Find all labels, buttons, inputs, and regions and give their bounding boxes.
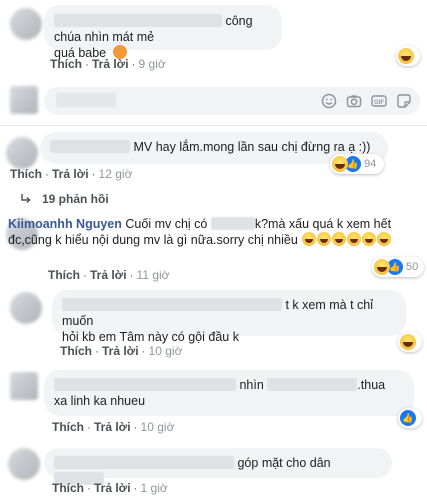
avatar[interactable] — [6, 137, 38, 169]
reaction-summary[interactable]: 👍 50 — [372, 257, 424, 277]
gif-icon[interactable]: GIF — [371, 93, 387, 109]
comment-actions: Thích · Trả lời · 11 giờ — [48, 268, 170, 282]
redacted-name — [50, 140, 130, 153]
camera-icon[interactable] — [346, 93, 362, 109]
gif-label: GIF — [374, 100, 384, 106]
reaction-summary[interactable]: 👍 — [398, 408, 422, 428]
redacted-name — [54, 14, 222, 27]
like-link[interactable]: Thích — [48, 268, 80, 282]
comment-actions: Thích · Trả lời · 12 giờ — [10, 167, 133, 181]
haha-emoji-icon — [332, 232, 347, 246]
comment-actions: Thích · Trả lời · 10 giờ — [52, 420, 175, 434]
comment-actions: Thích · Trả lời · 10 giờ — [60, 344, 183, 358]
reaction-summary[interactable] — [398, 332, 422, 352]
comment-input[interactable]: GIF — [44, 87, 420, 115]
avatar[interactable] — [10, 292, 42, 324]
comment-bubble: công chúa nhìn mát mẻ quá babe — [44, 5, 282, 60]
reply-arrow-icon — [21, 194, 31, 203]
reaction-summary[interactable] — [396, 46, 420, 66]
reaction-summary[interactable]: 👍 94 — [330, 154, 384, 174]
timestamp[interactable]: 10 giờ — [149, 344, 183, 358]
comment-bubble: góp mặt cho dân — [44, 448, 392, 485]
haha-emoji-icon — [377, 232, 392, 246]
haha-reaction-icon — [374, 259, 390, 275]
timestamp[interactable]: 1 giờ — [141, 481, 168, 495]
divider — [0, 125, 427, 126]
comment-text-cont: k?mà xấu quá k xem hết — [254, 217, 392, 231]
reply-link[interactable]: Trả lời — [94, 481, 131, 495]
like-link[interactable]: Thích — [60, 344, 92, 358]
like-reaction-icon: 👍 — [400, 410, 416, 426]
avatar[interactable] — [8, 448, 40, 480]
like-link[interactable]: Thích — [10, 167, 42, 181]
haha-emoji-icon — [302, 232, 317, 246]
sticker-icon[interactable] — [396, 93, 412, 109]
like-link[interactable]: Thích — [52, 481, 84, 495]
redacted-text — [267, 378, 358, 391]
timestamp[interactable]: 10 giờ — [141, 420, 175, 434]
comment-actions: Thích · Trả lời · 9 giờ — [50, 57, 166, 71]
comment-text-line2: hỏi kb em Tâm này có gội đầu k — [62, 330, 239, 344]
reply-link[interactable]: Trả lời — [92, 57, 129, 71]
comment-bubble: t k xem mà t chỉ muốn hỏi kb em Tâm này … — [52, 290, 406, 344]
timestamp[interactable]: 12 giờ — [99, 167, 133, 181]
view-replies-link[interactable]: 19 phản hồi — [20, 192, 109, 206]
comment-actions: Thích · Trả lời · 1 giờ — [52, 481, 168, 495]
redacted-text — [210, 217, 255, 230]
haha-emoji-icon — [317, 232, 332, 246]
reply-link[interactable]: Trả lời — [94, 420, 131, 434]
like-link[interactable]: Thích — [50, 57, 82, 71]
avatar[interactable] — [10, 8, 42, 40]
haha-emoji-icon — [362, 232, 377, 246]
comment-text-line2: xa linh ka nhueu — [54, 394, 146, 408]
reply-link[interactable]: Trả lời — [90, 268, 127, 282]
reply-link[interactable]: Trả lời — [52, 167, 89, 181]
emoji-icon[interactable] — [321, 93, 337, 109]
haha-reaction-icon — [332, 156, 348, 172]
avatar[interactable] — [10, 372, 38, 400]
like-link[interactable]: Thích — [52, 420, 84, 434]
timestamp[interactable]: 9 giờ — [139, 57, 166, 71]
input-placeholder — [56, 93, 116, 107]
redacted-name — [54, 456, 234, 469]
reaction-count: 94 — [364, 158, 377, 170]
comment-bubble: Kiimoanhh Nguyen Cuối mv chị có k?mà xấu… — [0, 215, 420, 261]
comment-text-line2: đc,cũng k hiểu nội dung mv là gì nữa.sor… — [8, 233, 298, 247]
comment-text-cont: .thua — [357, 378, 386, 392]
reaction-count: 50 — [406, 261, 419, 273]
redacted-name — [62, 298, 282, 311]
timestamp[interactable]: 11 giờ — [137, 268, 170, 282]
reply-link[interactable]: Trả lời — [102, 344, 139, 358]
comment-bubble: nhìn .thua xa linh ka nhueu — [44, 370, 414, 416]
replies-count-label[interactable]: 19 phản hồi — [42, 192, 109, 206]
haha-reaction-icon — [400, 334, 416, 350]
redacted-name — [54, 378, 236, 391]
comment-text: Cuối mv chị có — [125, 217, 208, 231]
comment-text: góp mặt cho dân — [237, 456, 331, 470]
commenter-name[interactable]: Kiimoanhh Nguyen — [8, 217, 122, 231]
user-avatar — [10, 86, 38, 114]
haha-emoji-icon — [347, 232, 362, 246]
comment-text: nhìn — [239, 378, 264, 392]
comment-text: MV hay lắm.mong lần sau chị đừng ra ạ :)… — [133, 140, 371, 154]
haha-reaction-icon — [398, 48, 414, 64]
